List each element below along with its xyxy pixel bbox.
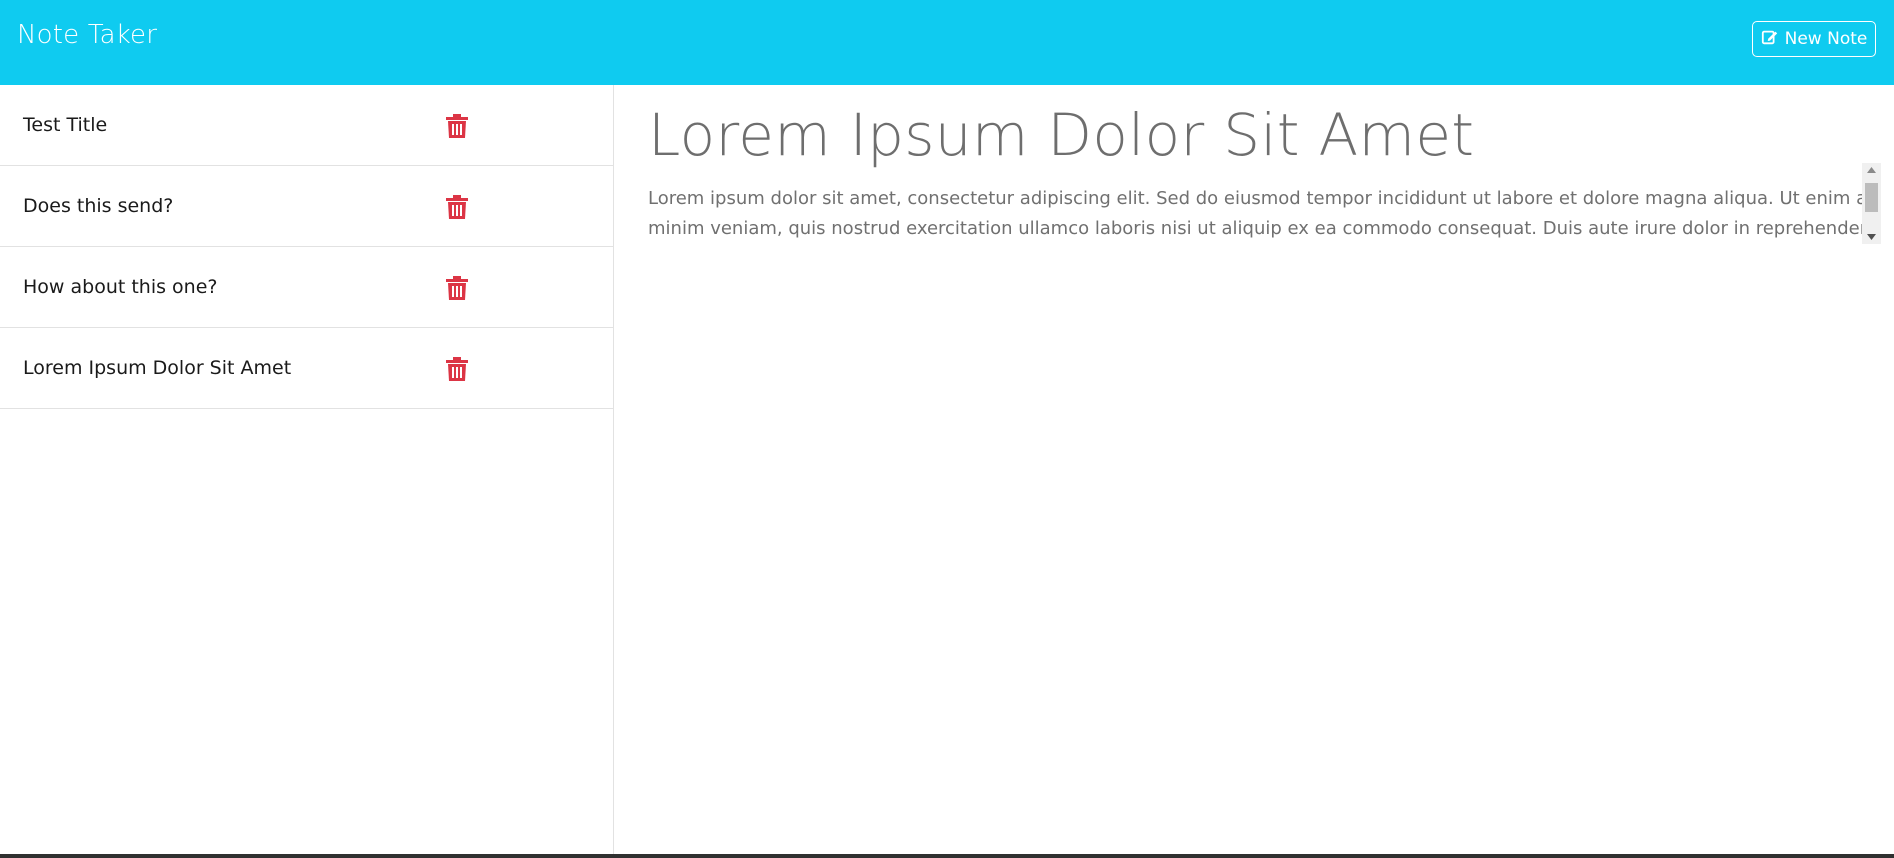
trash-icon[interactable]: [446, 357, 468, 381]
note-editor: Lorem Ipsum Dolor Sit Amet Lorem ipsum d…: [615, 85, 1894, 854]
pencil-square-icon: [1761, 28, 1779, 51]
trash-icon[interactable]: [446, 114, 468, 138]
note-list-title: Lorem Ipsum Dolor Sit Amet: [23, 357, 292, 379]
note-list-title: Test Title: [23, 114, 108, 136]
scroll-thumb[interactable]: [1865, 183, 1878, 212]
list-item[interactable]: Does this send?: [0, 166, 613, 247]
notes-list: Test Title Does this send? How about thi…: [0, 85, 614, 854]
note-list-title: How about this one?: [23, 276, 218, 298]
list-item[interactable]: Test Title: [0, 85, 613, 166]
scroll-up-arrow-icon[interactable]: [1862, 163, 1881, 177]
app-title[interactable]: Note Taker: [17, 20, 157, 50]
window-bottom-border: [0, 854, 1894, 858]
list-item[interactable]: Lorem Ipsum Dolor Sit Amet: [0, 328, 613, 409]
new-note-button[interactable]: New Note: [1752, 21, 1876, 57]
list-item[interactable]: How about this one?: [0, 247, 613, 328]
note-title-input[interactable]: Lorem Ipsum Dolor Sit Amet: [648, 101, 1474, 169]
trash-icon[interactable]: [446, 195, 468, 219]
note-list-title: Does this send?: [23, 195, 174, 217]
navbar: Note Taker New Note: [0, 0, 1894, 85]
note-text-area[interactable]: Lorem ipsum dolor sit amet, consectetur …: [648, 184, 1880, 245]
note-scrollbar[interactable]: [1862, 163, 1881, 244]
new-note-label: New Note: [1784, 29, 1868, 49]
scroll-down-arrow-icon[interactable]: [1862, 230, 1881, 244]
trash-icon[interactable]: [446, 276, 468, 300]
